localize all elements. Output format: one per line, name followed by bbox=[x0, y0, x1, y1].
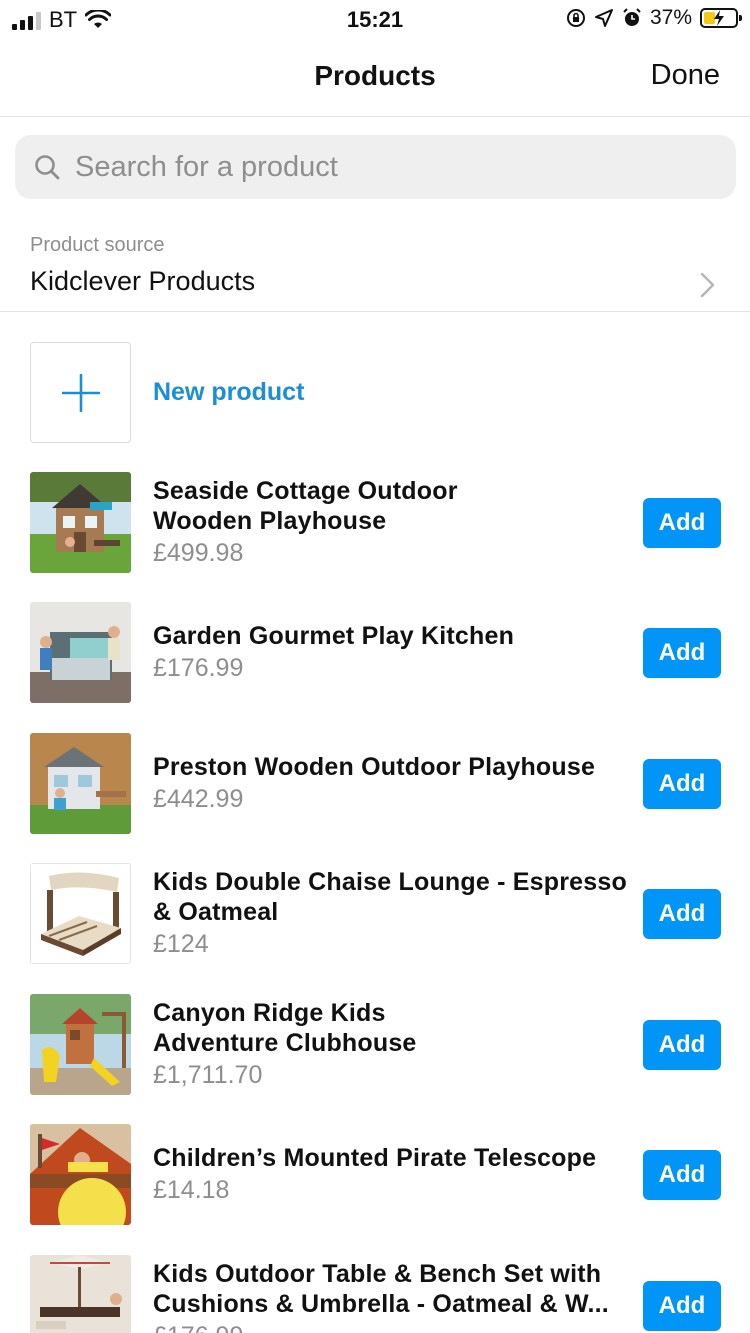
product-name: Seaside Cottage Outdoor Wooden Playhouse bbox=[153, 477, 458, 535]
product-row[interactable]: Kids Double Chaise Lounge - Espresso & O… bbox=[0, 863, 750, 965]
product-row[interactable]: Children’s Mounted Pirate Telescope £14.… bbox=[0, 1124, 750, 1226]
add-product-button[interactable]: Add bbox=[643, 628, 721, 678]
battery-icon bbox=[700, 8, 742, 28]
product-name: Kids Double Chaise Lounge - Espresso & O… bbox=[153, 868, 627, 926]
product-price: £176.99 bbox=[153, 654, 244, 682]
product-price: £14.18 bbox=[153, 1176, 230, 1204]
product-price: £124 bbox=[153, 930, 209, 958]
product-row[interactable]: Preston Wooden Outdoor Playhouse £442.99… bbox=[0, 733, 750, 835]
new-product-tile[interactable] bbox=[30, 342, 131, 443]
alarm-icon bbox=[623, 8, 641, 26]
location-arrow-icon bbox=[594, 9, 613, 27]
add-product-button[interactable]: Add bbox=[643, 1281, 721, 1331]
add-product-button[interactable]: Add bbox=[643, 889, 721, 939]
status-bar: BT 15:21 37% bbox=[0, 0, 750, 40]
add-product-button[interactable]: Add bbox=[643, 1150, 721, 1200]
product-name: Preston Wooden Outdoor Playhouse bbox=[153, 753, 596, 781]
product-source-label: Product source bbox=[30, 234, 165, 256]
orientation-lock-icon bbox=[566, 9, 585, 27]
navigation-bar: Products Done bbox=[0, 40, 750, 117]
product-name: Garden Gourmet Play Kitchen bbox=[153, 622, 515, 650]
product-thumbnail bbox=[30, 602, 131, 703]
product-source-value: Kidclever Products bbox=[30, 266, 256, 296]
product-name: Children’s Mounted Pirate Telescope bbox=[153, 1144, 597, 1172]
product-row[interactable]: Kids Outdoor Table & Bench Set with Cush… bbox=[0, 1255, 750, 1333]
product-thumbnail bbox=[30, 472, 131, 573]
chevron-right-icon bbox=[700, 272, 715, 298]
product-thumbnail bbox=[30, 1255, 131, 1333]
product-row[interactable]: Garden Gourmet Play Kitchen £176.99 Add bbox=[0, 602, 750, 704]
battery-percentage: 37% bbox=[649, 6, 692, 29]
product-price: £176.99 bbox=[153, 1319, 628, 1333]
done-button[interactable]: Done bbox=[651, 59, 720, 92]
product-thumbnail bbox=[30, 733, 131, 834]
product-thumbnail bbox=[30, 1124, 131, 1225]
new-product-link[interactable]: New product bbox=[153, 378, 304, 407]
product-row[interactable]: Canyon Ridge Kids Adventure Clubhouse £1… bbox=[0, 994, 750, 1096]
search-icon bbox=[35, 155, 60, 180]
add-product-button[interactable]: Add bbox=[643, 1020, 721, 1070]
product-name: Kids Outdoor Table & Bench Set with Cush… bbox=[153, 1260, 609, 1318]
plus-icon bbox=[62, 374, 100, 412]
add-product-button[interactable]: Add bbox=[643, 759, 721, 809]
product-price: £499.98 bbox=[153, 539, 244, 567]
add-product-button[interactable]: Add bbox=[643, 498, 721, 548]
product-row[interactable]: Seaside Cottage Outdoor Wooden Playhouse… bbox=[0, 472, 750, 574]
product-thumbnail bbox=[30, 863, 131, 964]
page-title: Products bbox=[314, 60, 436, 91]
search-input[interactable] bbox=[75, 150, 675, 184]
new-product-row[interactable]: New product bbox=[0, 342, 750, 444]
product-price: £442.99 bbox=[153, 785, 244, 813]
product-name: Canyon Ridge Kids Adventure Clubhouse bbox=[153, 999, 417, 1057]
product-price: £1,711.70 bbox=[153, 1061, 263, 1089]
product-source-row[interactable]: Product source Kidclever Products bbox=[0, 222, 750, 312]
product-thumbnail bbox=[30, 994, 131, 1095]
search-bar[interactable] bbox=[15, 135, 736, 199]
